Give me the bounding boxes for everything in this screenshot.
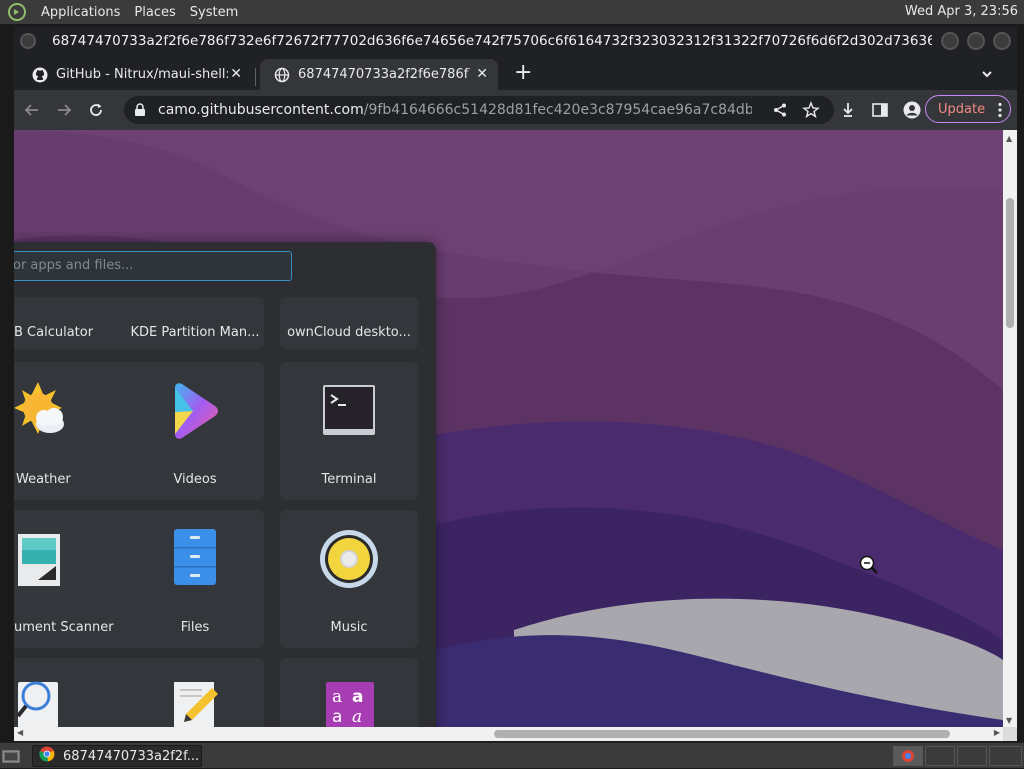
close-icon[interactable]: ✕: [476, 66, 488, 82]
vertical-scroll-thumb[interactable]: [1006, 198, 1014, 328]
bottom-taskbar: 68747470733a2f2f...: [0, 742, 1024, 768]
address-bar[interactable]: camo.githubusercontent.com/9fb4164666c51…: [124, 96, 834, 124]
launcher-search-input[interactable]: or apps and files...: [14, 251, 292, 281]
app-tile-weather[interactable]: Weather: [14, 362, 138, 500]
taskbar-window-label: 68747470733a2f2f...: [63, 748, 199, 764]
workspace-4[interactable]: [989, 746, 1022, 766]
search-app-icon: [14, 680, 62, 727]
document-scanner-icon: [16, 532, 62, 592]
url-text: camo.githubusercontent.com/9fb4164666c51…: [158, 102, 752, 118]
app-tile-music[interactable]: Music: [280, 510, 418, 648]
download-icon[interactable]: [836, 96, 860, 124]
app-tile-search[interactable]: [14, 658, 138, 727]
app-tile-files[interactable]: Files: [126, 510, 264, 648]
app-tile[interactable]: B Calculator: [14, 297, 138, 349]
profile-avatar-icon[interactable]: [900, 96, 924, 124]
zoom-out-cursor-icon: [859, 555, 878, 574]
close-window-button[interactable]: [993, 32, 1011, 50]
app-launcher-panel: or apps and files... B Calculator KDE Pa…: [14, 242, 436, 727]
distro-logo-icon[interactable]: [6, 1, 28, 23]
svg-text:a: a: [332, 687, 342, 707]
github-icon: [32, 67, 48, 83]
share-icon[interactable]: [772, 102, 788, 122]
window-menu-button[interactable]: [20, 33, 36, 49]
app-label: Music: [330, 620, 368, 635]
forward-arrow-icon[interactable]: [50, 96, 78, 124]
vertical-scrollbar[interactable]: ▲ ▼: [1003, 130, 1017, 727]
app-label: Terminal: [321, 472, 377, 487]
lock-icon[interactable]: [134, 103, 148, 117]
window-titlebar[interactable]: 68747470733a2f2f6e786f732e6f72672f77702d…: [14, 26, 1017, 56]
update-button[interactable]: Update: [925, 95, 1011, 123]
scroll-down-icon[interactable]: ▼: [1006, 716, 1012, 725]
app-tile-videos[interactable]: Videos: [126, 362, 264, 500]
side-panel-icon[interactable]: [868, 96, 892, 124]
tab-strip: GitHub - Nitrux/maui-shell: M ✕ 68747470…: [14, 56, 1017, 90]
files-icon: [173, 528, 217, 590]
app-tile[interactable]: KDE Partition Man...: [126, 297, 264, 349]
workspace-1[interactable]: [893, 746, 923, 766]
app-label: Videos: [173, 472, 217, 487]
workspace-2[interactable]: [925, 746, 955, 766]
tab-image[interactable]: 68747470733a2f2f6e786f732e6f7 ✕: [260, 59, 498, 90]
update-label: Update: [938, 101, 986, 117]
scroll-left-icon[interactable]: ◀: [17, 728, 23, 737]
fonts-icon: a a a a: [326, 682, 374, 727]
top-panel: Applications Places System Wed Apr 3, 23…: [0, 0, 1024, 24]
tab-github[interactable]: GitHub - Nitrux/maui-shell: M ✕: [18, 59, 252, 90]
app-tile-terminal[interactable]: Terminal: [280, 362, 418, 500]
app-tile-document-scanner[interactable]: ument Scanner: [14, 510, 138, 648]
reload-icon[interactable]: [82, 96, 110, 124]
videos-icon: [171, 382, 221, 444]
svg-text:a: a: [352, 707, 362, 727]
terminal-icon: [322, 384, 376, 440]
chevron-down-icon[interactable]: [981, 65, 993, 78]
back-arrow-icon[interactable]: [18, 96, 46, 124]
app-label: Files: [180, 620, 210, 635]
minimize-button[interactable]: [941, 32, 959, 50]
browser-toolbar: camo.githubusercontent.com/9fb4164666c51…: [14, 90, 1017, 130]
kebab-menu-icon[interactable]: [998, 102, 1002, 122]
panel-clock[interactable]: Wed Apr 3, 23:56: [905, 4, 1018, 19]
taskbar-window-button[interactable]: 68747470733a2f2f...: [32, 745, 202, 767]
app-label: B Calculator: [14, 325, 94, 340]
applications-menu[interactable]: Applications: [34, 5, 127, 20]
system-menu[interactable]: System: [183, 5, 245, 20]
tab-separator: [255, 68, 256, 86]
chrome-icon: [39, 746, 55, 766]
scrollbar-corner: [1003, 727, 1017, 741]
app-tile-text-editor[interactable]: [126, 658, 264, 727]
horizontal-scroll-thumb[interactable]: [494, 730, 950, 738]
scroll-up-icon[interactable]: ▲: [1006, 134, 1012, 143]
app-label: Weather: [16, 472, 71, 487]
horizontal-scrollbar[interactable]: ◀ ▶: [14, 727, 1003, 741]
close-icon[interactable]: ✕: [230, 66, 242, 82]
workspace-3[interactable]: [957, 746, 987, 766]
tab-title: 68747470733a2f2f6e786f732e6f7: [298, 67, 470, 82]
window-title: 68747470733a2f2f6e786f732e6f72672f77702d…: [52, 33, 932, 49]
svg-text:a: a: [352, 687, 363, 707]
app-label: ument Scanner: [14, 620, 114, 635]
page-content[interactable]: or apps and files... B Calculator KDE Pa…: [14, 130, 1003, 727]
bookmark-star-icon[interactable]: [802, 101, 820, 123]
app-tile-fonts[interactable]: a a a a: [280, 658, 418, 727]
scroll-right-icon[interactable]: ▶: [994, 728, 1000, 737]
tab-title: GitHub - Nitrux/maui-shell: M: [56, 67, 228, 82]
svg-text:a: a: [332, 707, 342, 727]
new-tab-icon[interactable]: +: [514, 62, 532, 84]
maximize-button[interactable]: [967, 32, 985, 50]
music-icon: [318, 528, 380, 594]
show-desktop-icon[interactable]: [2, 747, 20, 765]
app-tile[interactable]: ownCloud deskto...: [280, 297, 418, 349]
places-menu[interactable]: Places: [127, 5, 182, 20]
weather-icon: [14, 380, 72, 446]
app-label: KDE Partition Man...: [130, 325, 260, 340]
globe-icon: [274, 67, 290, 83]
text-editor-icon: [172, 680, 220, 727]
app-label: ownCloud deskto...: [287, 325, 411, 340]
